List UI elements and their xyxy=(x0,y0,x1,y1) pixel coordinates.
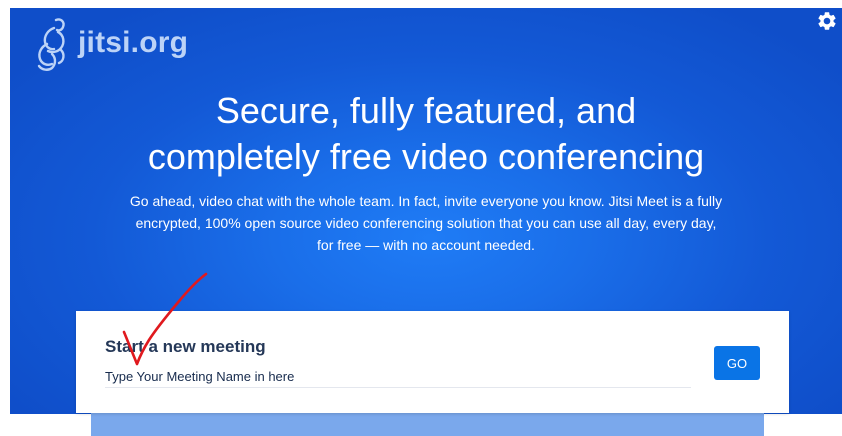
hero-description-line-1: Go ahead, video chat with the whole team… xyxy=(129,193,723,209)
meeting-name-input[interactable] xyxy=(105,365,691,388)
hero-description: Go ahead, video chat with the whole team… xyxy=(106,190,746,256)
hero-title-line-1: Secure, fully featured, and xyxy=(215,90,637,131)
hero-title-line-2: completely free video conferencing xyxy=(147,136,705,177)
logo-text: jitsi.org xyxy=(78,26,189,59)
card-footer-strip xyxy=(91,413,764,436)
jitsi-logo[interactable]: jitsi.org xyxy=(34,14,188,72)
hero-description-line-3: for free — with no account needed. xyxy=(317,237,535,253)
hero-title: Secure, fully featured, and completely f… xyxy=(10,88,842,180)
hero-description-line-2: encrypted, 100% open source video confer… xyxy=(135,215,717,231)
go-button[interactable]: GO xyxy=(714,346,760,380)
jitsi-logo-icon xyxy=(37,18,65,71)
new-meeting-card: Start a new meeting GO xyxy=(76,311,789,413)
gear-icon[interactable] xyxy=(816,10,838,32)
new-meeting-heading: Start a new meeting xyxy=(105,337,266,356)
